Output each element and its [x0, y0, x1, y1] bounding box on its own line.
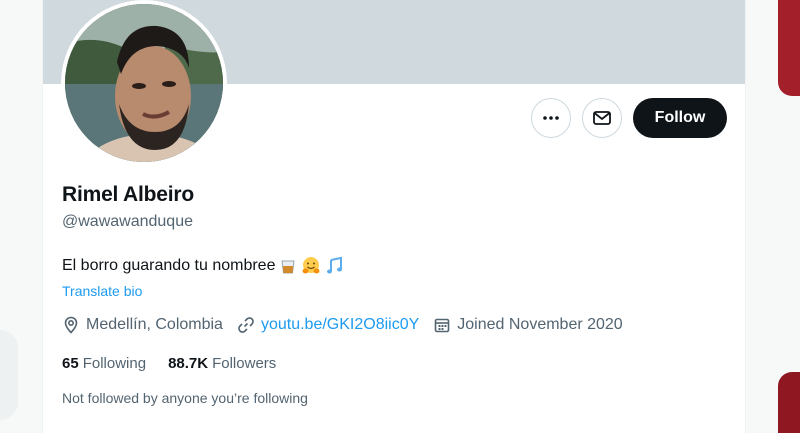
website-item: youtu.be/GKI2O8iic0Y — [237, 316, 419, 334]
trend-thumbnail[interactable] — [778, 372, 800, 433]
mutual-followers-note: Not followed by anyone you’re following — [62, 390, 308, 406]
tumbler-glass-emoji — [279, 257, 297, 275]
translate-bio-link[interactable]: Translate bio — [62, 283, 142, 299]
joined-text: Joined November 2020 — [457, 316, 623, 333]
bio-text: El borro guarando tu nombree — [62, 257, 276, 274]
followers-count: 88.7K — [168, 355, 209, 372]
profile-handle: @wawawanduque — [62, 213, 193, 230]
followers-label: Followers — [212, 355, 277, 372]
profile-meta: Medellín, Colombia youtu.be/GKI2O8iic0Y … — [62, 316, 637, 334]
more-icon — [543, 116, 559, 120]
link-icon — [238, 317, 254, 333]
followers-link[interactable]: 88.7K Followers — [168, 355, 276, 372]
follow-button[interactable]: Follow — [633, 98, 727, 138]
location-item: Medellín, Colombia — [62, 316, 223, 334]
hugging-face-emoji — [301, 256, 321, 276]
left-sidebar-edge — [0, 0, 42, 433]
following-count: 65 — [62, 355, 79, 372]
envelope-icon — [593, 111, 611, 125]
location-text: Medellín, Colombia — [86, 316, 223, 333]
profile-name: Rimel Albeiro — [62, 183, 194, 206]
following-link[interactable]: 65 Following — [62, 355, 146, 372]
profile-bio: El borro guarando tu nombree — [62, 256, 345, 276]
avatar[interactable] — [65, 4, 223, 162]
avatar-frame — [61, 0, 227, 166]
location-pin-icon — [64, 316, 78, 334]
sidebar-fade — [0, 330, 18, 420]
following-label: Following — [82, 355, 147, 372]
musical-notes-emoji — [325, 256, 345, 276]
right-sidebar-edge — [746, 0, 800, 433]
avatar-photo — [65, 4, 223, 162]
trend-thumbnail[interactable] — [778, 0, 800, 96]
follow-stats: 65 Following 88.7K Followers — [62, 355, 298, 372]
more-options-button[interactable] — [531, 98, 571, 138]
joined-item: Joined November 2020 — [433, 316, 623, 334]
calendar-icon — [434, 318, 450, 333]
message-button[interactable] — [582, 98, 622, 138]
website-link[interactable]: youtu.be/GKI2O8iic0Y — [261, 316, 419, 334]
